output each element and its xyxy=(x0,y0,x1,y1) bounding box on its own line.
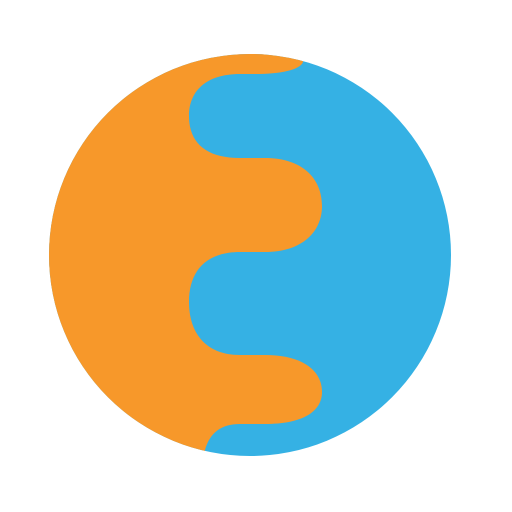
logo-icon xyxy=(49,54,451,456)
app-icon-canvas xyxy=(0,0,512,512)
